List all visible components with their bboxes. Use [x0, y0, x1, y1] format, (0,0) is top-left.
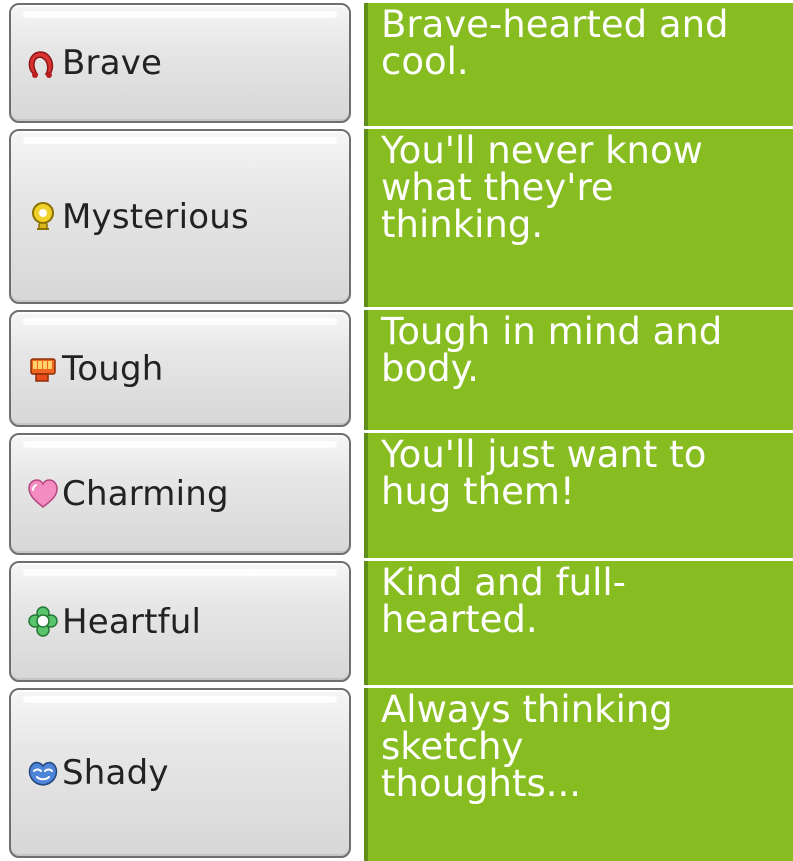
personality-label: Brave	[62, 43, 163, 83]
personality-table: Brave Brave-hearted and cool. Mysterious…	[0, 0, 793, 861]
charming-heart-icon	[28, 479, 58, 508]
shady-mask-icon	[28, 761, 58, 786]
personality-tab-tough[interactable]: Tough	[9, 310, 351, 427]
personality-label: Charming	[62, 474, 229, 514]
personality-description: Kind and full- hearted.	[364, 561, 793, 685]
personality-tab-heartful[interactable]: Heartful	[9, 561, 351, 682]
personality-description: Always thinking sketchy thoughts...	[364, 688, 793, 861]
personality-description: You'll just want to hug them!	[364, 433, 793, 558]
personality-label: Heartful	[62, 601, 202, 642]
brave-horseshoe-icon	[28, 51, 54, 78]
personality-description: Brave-hearted and cool.	[364, 3, 793, 126]
tough-fist-icon	[30, 357, 56, 382]
personality-row-mysterious: Mysterious You'll never know what they'r…	[0, 126, 793, 307]
personality-row-tough: Tough Tough in mind and body.	[0, 307, 793, 430]
personality-label: Mysterious	[62, 196, 249, 237]
personality-row-brave: Brave Brave-hearted and cool.	[0, 0, 793, 126]
personality-tab-mysterious[interactable]: Mysterious	[9, 129, 351, 304]
personality-row-shady: Shady Always thinking sketchy thoughts..…	[0, 685, 793, 861]
heartful-flower-icon	[28, 605, 58, 637]
personality-description: You'll never know what they're thinking.	[364, 129, 793, 307]
personality-row-heartful: Heartful Kind and full- hearted.	[0, 558, 793, 685]
personality-tab-brave[interactable]: Brave	[9, 3, 351, 123]
personality-label: Shady	[62, 753, 169, 793]
personality-description: Tough in mind and body.	[364, 310, 793, 430]
personality-tab-shady[interactable]: Shady	[9, 688, 351, 858]
mysterious-lightbulb-icon	[32, 201, 54, 230]
personality-tab-charming[interactable]: Charming	[9, 433, 351, 555]
personality-label: Tough	[62, 348, 164, 389]
personality-row-charming: Charming You'll just want to hug them!	[0, 430, 793, 558]
